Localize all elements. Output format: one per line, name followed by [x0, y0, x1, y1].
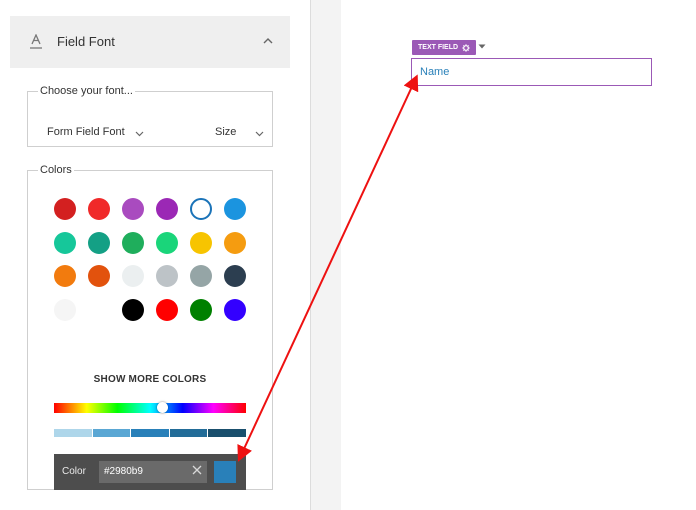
- font-family-select[interactable]: Form Field Font: [47, 126, 125, 138]
- field-placeholder: Name: [420, 66, 450, 78]
- font-group-legend: Choose your font...: [40, 85, 133, 97]
- gear-icon[interactable]: [462, 43, 470, 52]
- color-swatch[interactable]: [122, 198, 144, 220]
- color-swatch[interactable]: [88, 198, 110, 220]
- shade-swatch[interactable]: [92, 429, 131, 437]
- color-hex-input[interactable]: #2980b9: [99, 461, 207, 483]
- color-swatch[interactable]: [190, 298, 212, 321]
- name-text-field[interactable]: Name: [411, 58, 652, 86]
- caret-down-icon[interactable]: [478, 44, 486, 50]
- color-input-bar: Color #2980b9: [54, 454, 246, 490]
- color-swatch[interactable]: [54, 265, 76, 287]
- color-swatch[interactable]: [224, 298, 246, 321]
- color-swatch[interactable]: [224, 198, 246, 220]
- color-swatch[interactable]: [190, 265, 212, 287]
- color-swatch[interactable]: [122, 265, 144, 287]
- shade-swatch[interactable]: [54, 429, 92, 437]
- chevron-up-icon[interactable]: [263, 36, 273, 46]
- color-swatch[interactable]: [224, 265, 246, 287]
- font-group: Choose your font... Form Field Font Size: [27, 85, 273, 147]
- color-swatch[interactable]: [88, 265, 110, 287]
- color-swatch[interactable]: [156, 298, 178, 321]
- show-more-colors-button[interactable]: SHOW MORE COLORS: [28, 374, 272, 385]
- color-swatch[interactable]: [224, 231, 246, 254]
- clear-icon[interactable]: [192, 465, 202, 475]
- color-label: Color: [62, 466, 86, 477]
- field-font-section-header[interactable]: Field Font: [10, 16, 290, 68]
- chevron-down-icon[interactable]: [255, 129, 264, 138]
- color-swatch[interactable]: [156, 198, 178, 220]
- settings-panel: Field Font Choose your font... Form Fiel…: [0, 0, 300, 510]
- shade-palette: [54, 429, 246, 437]
- font-size-select[interactable]: Size: [215, 126, 236, 138]
- color-preview-swatch: [214, 461, 236, 483]
- color-swatch[interactable]: [190, 198, 212, 220]
- panel-divider: [310, 0, 341, 510]
- shade-swatch[interactable]: [208, 429, 246, 437]
- color-swatch[interactable]: [190, 231, 212, 254]
- text-field-tag[interactable]: TEXT FIELD: [412, 40, 477, 55]
- colors-group-legend: Colors: [40, 164, 72, 176]
- color-swatch[interactable]: [156, 265, 178, 287]
- color-swatch[interactable]: [54, 198, 76, 220]
- font-icon: [30, 34, 42, 49]
- shade-swatch[interactable]: [169, 429, 208, 437]
- hue-slider[interactable]: [54, 403, 246, 413]
- color-swatch[interactable]: [88, 231, 110, 254]
- color-swatch[interactable]: [54, 231, 76, 254]
- color-swatch[interactable]: [54, 298, 76, 321]
- chevron-down-icon[interactable]: [135, 129, 144, 138]
- color-swatch[interactable]: [122, 298, 144, 321]
- color-swatch[interactable]: [156, 231, 178, 254]
- hue-slider-handle[interactable]: [157, 402, 168, 413]
- colors-group: Colors SHOW MORE COLORS Color #2980b9: [27, 164, 273, 490]
- tag-label: TEXT FIELD: [418, 44, 459, 51]
- color-swatch[interactable]: [122, 231, 144, 254]
- section-title: Field Font: [57, 34, 115, 49]
- shade-swatch[interactable]: [131, 429, 169, 437]
